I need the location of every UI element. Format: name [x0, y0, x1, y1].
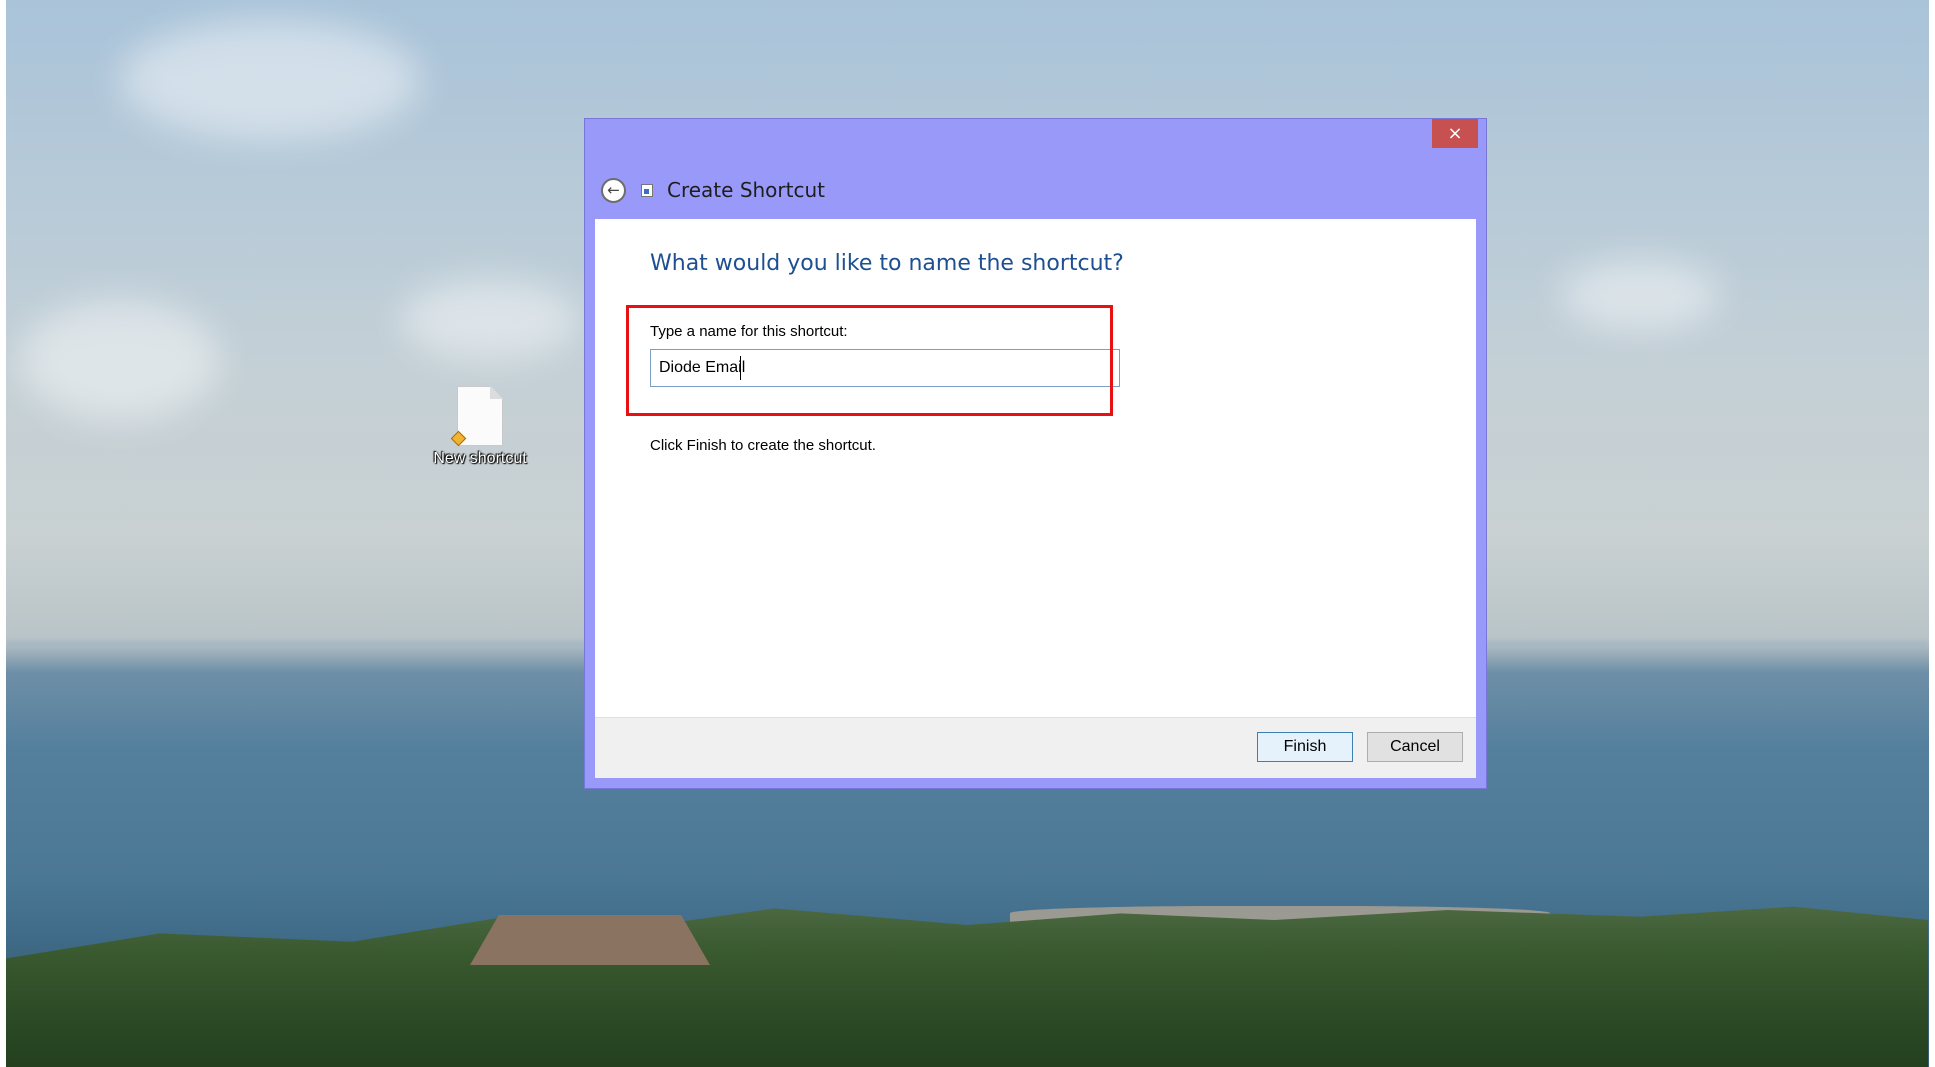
dialog-content: What would you like to name the shortcut… [595, 219, 1476, 778]
wallpaper-land [6, 906, 1928, 1067]
dialog-title: Create Shortcut [667, 178, 825, 202]
wallpaper-cloud [120, 20, 420, 140]
screen-edge-right [1929, 0, 1935, 1067]
dialog-footer: Finish Cancel [595, 717, 1476, 778]
shortcut-name-input[interactable] [650, 349, 1120, 387]
screen-edge-left [0, 0, 6, 1067]
dialog-titlebar: ← Create Shortcut [601, 175, 825, 205]
wallpaper-cloud [20, 300, 220, 420]
page-heading: What would you like to name the shortcut… [650, 251, 1124, 276]
close-button[interactable]: × [1432, 119, 1478, 148]
desktop-icon-new-shortcut[interactable]: New shortcut [418, 386, 542, 468]
shortcut-icon [641, 183, 653, 197]
desktop-icon-label: New shortcut [433, 450, 527, 467]
finish-button[interactable]: Finish [1257, 732, 1353, 762]
back-arrow-icon[interactable]: ← [601, 177, 626, 203]
cancel-button[interactable]: Cancel [1367, 732, 1463, 762]
create-shortcut-dialog: × ← Create Shortcut What would you like … [584, 118, 1487, 789]
shortcut-file-icon [450, 386, 503, 447]
text-caret [740, 356, 741, 380]
wallpaper-cloud [1560, 260, 1720, 330]
wallpaper-cloud [400, 280, 580, 360]
shortcut-name-label: Type a name for this shortcut: [650, 323, 848, 340]
finish-hint-text: Click Finish to create the shortcut. [650, 437, 876, 454]
wallpaper-roof [470, 915, 710, 965]
